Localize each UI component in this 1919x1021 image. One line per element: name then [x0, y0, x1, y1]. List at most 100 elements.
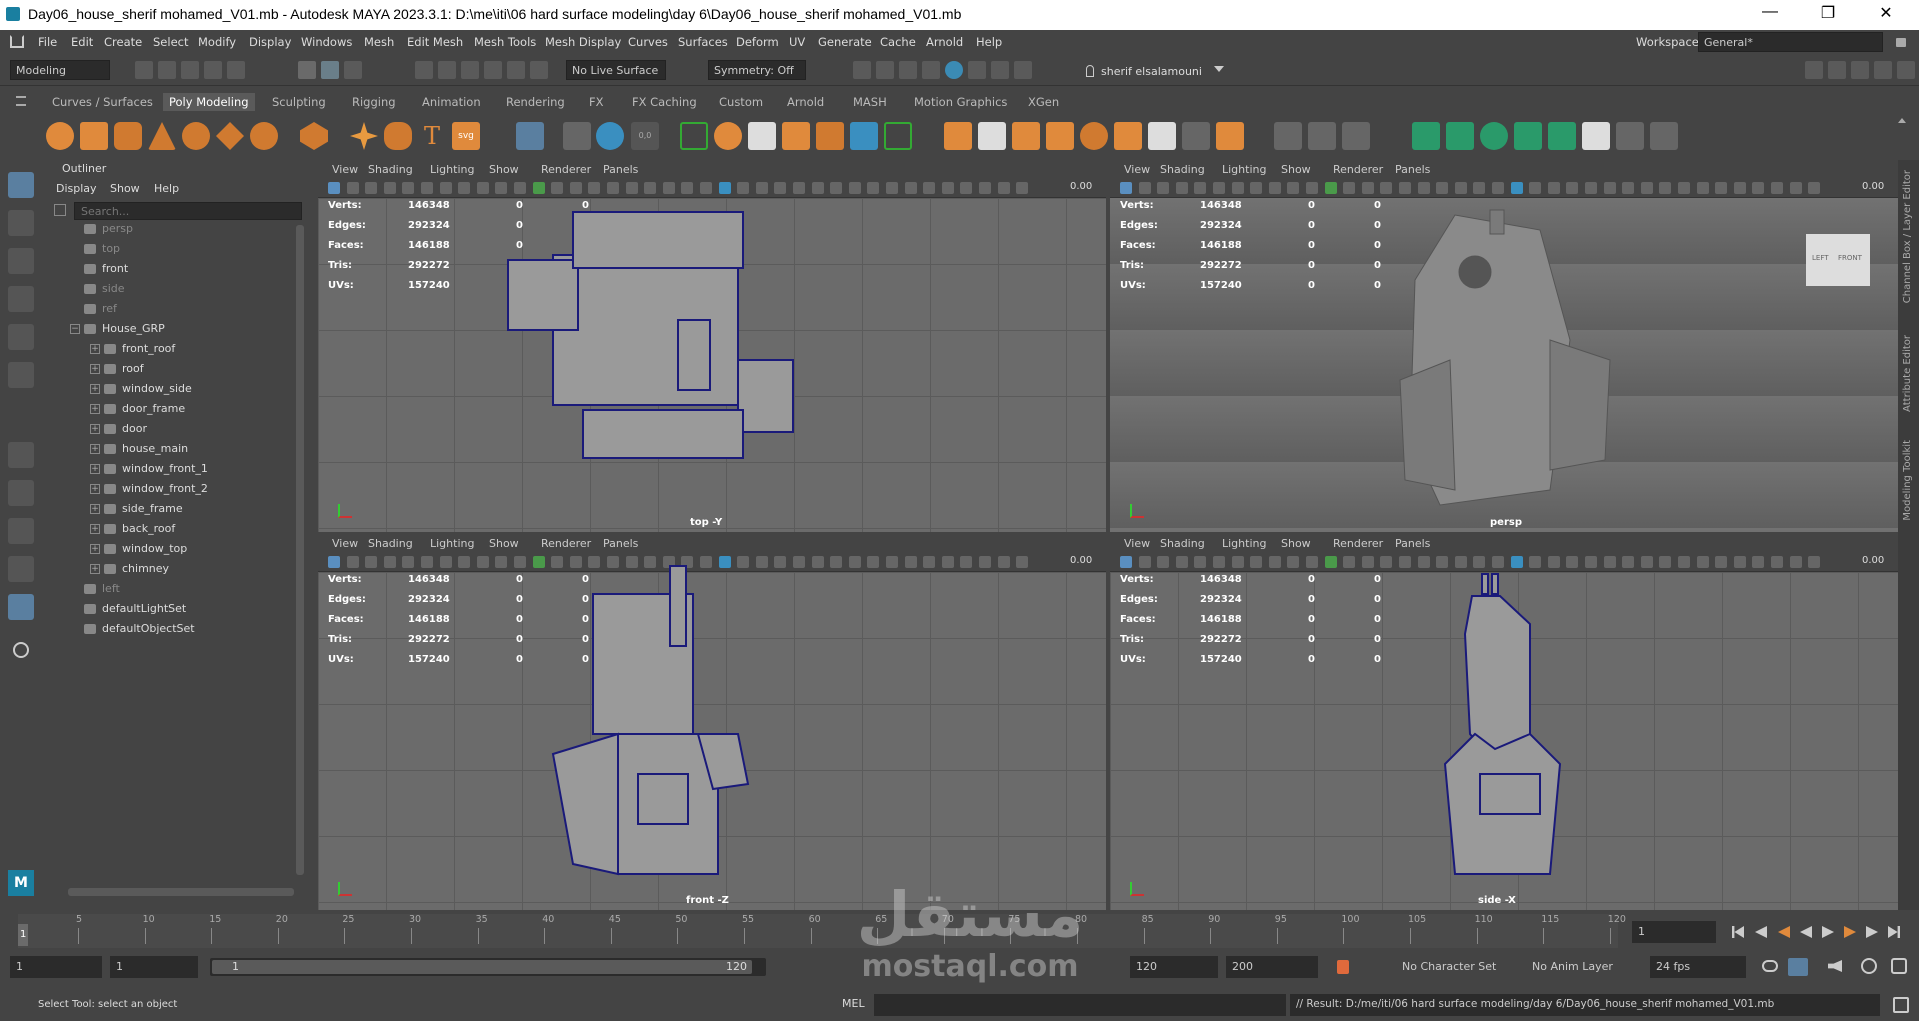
outliner-item[interactable]: + window_front_1 — [90, 462, 208, 480]
sew-uv-icon[interactable] — [1650, 122, 1678, 150]
playback-speed-icon[interactable] — [1861, 958, 1877, 974]
time-slider[interactable]: 5 10 15 20 25 30 35 40 45 50 55 60 65 70 75 80 85 90 95 100… — [0, 912, 1919, 952]
boolean-intersect-icon[interactable] — [1114, 122, 1142, 150]
planar-uv-icon[interactable] — [1412, 122, 1440, 150]
menu-edit[interactable]: Edit — [71, 35, 93, 49]
go-to-end-icon[interactable] — [1888, 926, 1900, 938]
expand-icon[interactable]: + — [90, 384, 100, 394]
minimize-button[interactable]: — — [1750, 3, 1790, 21]
menu-uv[interactable]: UV — [789, 35, 805, 49]
menu-select[interactable]: Select — [153, 35, 188, 49]
house-mesh-part[interactable] — [582, 409, 744, 459]
rotate-tool-icon[interactable] — [8, 324, 34, 350]
multi-cut-icon[interactable] — [680, 122, 708, 150]
shelf-tab-motion-graphics[interactable]: Motion Graphics — [914, 95, 1007, 109]
shelf-tab-fx-caching[interactable]: FX Caching — [632, 95, 697, 109]
loop-icon[interactable] — [1762, 960, 1778, 972]
expand-icon[interactable]: + — [90, 504, 100, 514]
menu-display[interactable]: Display — [249, 35, 291, 49]
open-scene-icon[interactable] — [158, 61, 176, 79]
view-cube-left-face[interactable]: LEFT — [1812, 254, 1829, 262]
move-tool-icon[interactable] — [8, 286, 34, 312]
outliner-menu-display[interactable]: Display — [56, 182, 97, 195]
house-mesh-part[interactable] — [677, 319, 711, 391]
house-model[interactable] — [318, 534, 1106, 906]
animation-prefs-icon[interactable] — [1891, 958, 1907, 974]
last-tool-icon[interactable] — [8, 442, 34, 468]
automatic-uv-icon[interactable] — [1514, 122, 1542, 150]
house-mesh-part[interactable] — [669, 565, 687, 647]
symmetry-dropdown[interactable]: Symmetry: Off — [708, 60, 806, 80]
script-language-label[interactable]: MEL — [842, 997, 865, 1010]
current-frame-field[interactable]: 1 — [1632, 921, 1716, 943]
viewport-persp[interactable]: View Shading Lighting Show Renderer Panels 0.0… — [1110, 160, 1898, 532]
shelf-tab-fx[interactable]: FX — [589, 95, 604, 109]
shelf-tab-poly-modeling[interactable]: Poly Modeling — [163, 93, 255, 111]
menu-set-dropdown[interactable]: Modeling — [10, 60, 110, 80]
lasso-tool-icon[interactable] — [8, 210, 34, 236]
outliner-item[interactable]: + chimney — [90, 562, 169, 580]
house-model[interactable] — [1110, 160, 1898, 532]
menu-help[interactable]: Help — [976, 35, 1002, 49]
house-mesh-part[interactable] — [737, 359, 794, 433]
outliner-item[interactable]: left — [84, 582, 120, 600]
outliner-menu-help[interactable]: Help — [154, 182, 179, 195]
modeling-toolkit-tab[interactable]: Modeling Toolkit — [1902, 440, 1913, 521]
character-set-dropdown[interactable]: No Character Set — [1396, 956, 1506, 978]
spherical-uv-icon[interactable] — [1480, 122, 1508, 150]
cut-uv-icon[interactable] — [1616, 122, 1644, 150]
outliner-hscrollbar[interactable] — [68, 888, 294, 896]
extrude-icon[interactable] — [714, 122, 742, 150]
menu-mesh-tools[interactable]: Mesh Tools — [474, 35, 536, 49]
new-scene-icon[interactable] — [135, 61, 153, 79]
attribute-editor-tab[interactable]: Attribute Editor — [1902, 335, 1913, 412]
shelf-tab-animation[interactable]: Animation — [422, 95, 481, 109]
viewport-front[interactable]: View Shading Lighting Show Renderer Panels 0.0… — [318, 534, 1106, 910]
view-cube[interactable]: LEFT FRONT — [1806, 234, 1870, 286]
chevron-down-icon[interactable] — [1214, 66, 1224, 72]
uv-editor-icon[interactable]: 0,0 — [631, 122, 659, 150]
target-weld-icon[interactable] — [850, 122, 878, 150]
outliner-item[interactable]: − House_GRP — [70, 322, 165, 340]
play-back-icon[interactable] — [1800, 926, 1812, 938]
house-mesh-part[interactable] — [1489, 209, 1505, 235]
playback-end-field[interactable]: 120 — [1130, 956, 1218, 978]
house-mesh-part[interactable] — [1458, 255, 1492, 289]
outliner-item[interactable]: + back_roof — [90, 522, 175, 540]
menu-create[interactable]: Create — [104, 35, 142, 49]
select-hierarchy-icon[interactable] — [298, 61, 316, 79]
house-mesh-part[interactable] — [551, 732, 619, 876]
menu-generate[interactable]: Generate — [818, 35, 872, 49]
outliner-item[interactable]: + front_roof — [90, 342, 175, 360]
fill-hole-icon[interactable] — [944, 122, 972, 150]
insert-edge-loop-icon[interactable] — [816, 122, 844, 150]
expand-icon[interactable]: + — [90, 464, 100, 474]
bridge-icon[interactable] — [748, 122, 776, 150]
expand-icon[interactable]: + — [90, 404, 100, 414]
channel-box-tab[interactable]: Channel Box / Layer Editor — [1902, 170, 1913, 303]
poly-disc-icon[interactable] — [250, 122, 278, 150]
lock-icon[interactable] — [1896, 38, 1906, 47]
range-slider[interactable]: 1 120 — [210, 958, 766, 976]
house-model[interactable] — [318, 160, 1106, 532]
sound-icon[interactable] — [1828, 960, 1842, 972]
outliner-layout-icon[interactable] — [8, 594, 34, 620]
snap-view-icon[interactable] — [484, 61, 502, 79]
triangulate-icon[interactable] — [1216, 122, 1244, 150]
soft-edge-icon[interactable] — [1274, 122, 1302, 150]
poly-plane-icon[interactable] — [216, 122, 244, 150]
step-back-key-icon[interactable] — [1755, 926, 1767, 938]
poly-sphere-icon[interactable] — [46, 122, 74, 150]
house-mesh-part[interactable] — [1399, 359, 1456, 491]
shelf-tab-rigging[interactable]: Rigging — [352, 95, 396, 109]
save-scene-icon[interactable] — [181, 61, 199, 79]
outliner-item[interactable]: ref — [84, 302, 117, 320]
menu-surfaces[interactable]: Surfaces — [678, 35, 728, 49]
menu-file[interactable]: File — [38, 35, 57, 49]
quad-draw-icon[interactable] — [884, 122, 912, 150]
maximize-button[interactable]: ❐ — [1808, 3, 1848, 23]
step-forward-key-icon[interactable] — [1866, 926, 1878, 938]
separate-icon[interactable] — [563, 122, 591, 150]
menu-arnold[interactable]: Arnold — [926, 35, 963, 49]
outliner-item[interactable]: + window_top — [90, 542, 187, 560]
